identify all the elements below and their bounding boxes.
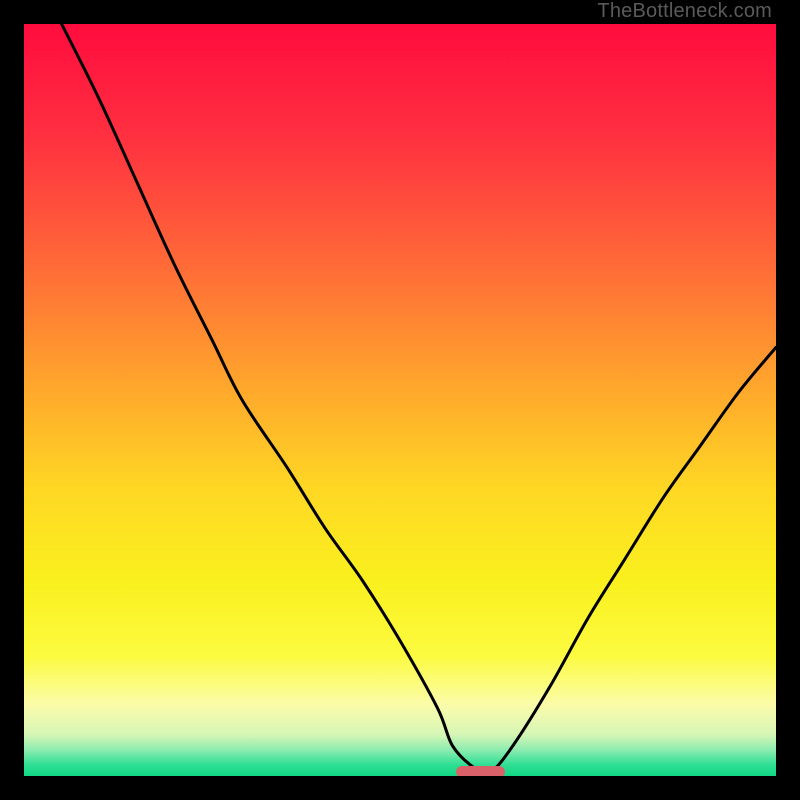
- optimal-marker: [456, 766, 505, 776]
- chart-container: TheBottleneck.com: [0, 0, 800, 800]
- bottleneck-curve: [24, 24, 776, 776]
- watermark-text: TheBottleneck.com: [597, 0, 772, 23]
- plot-area: [24, 24, 776, 776]
